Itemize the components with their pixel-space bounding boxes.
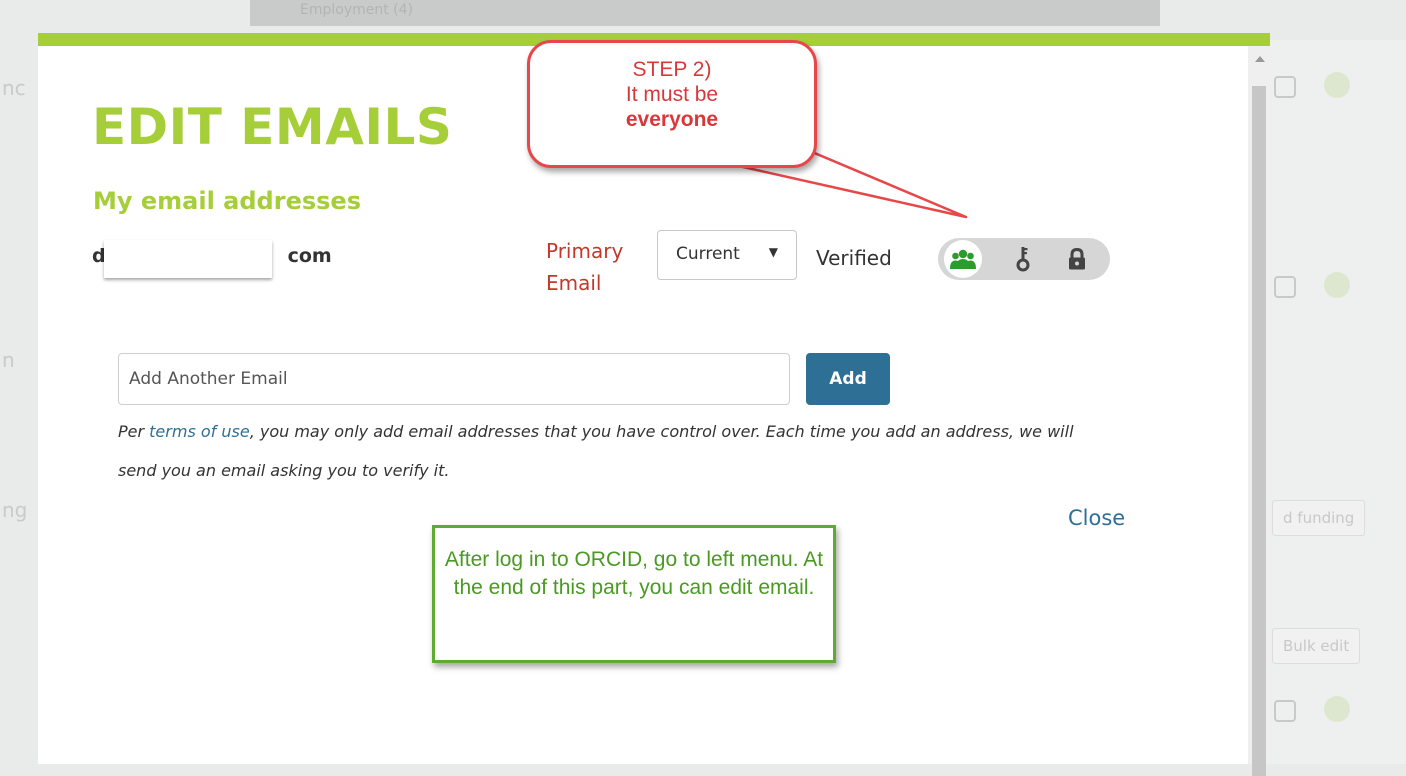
- background-privacy-row: [1268, 62, 1406, 108]
- modal-scrollbar[interactable]: [1248, 46, 1270, 776]
- background-bulk-edit-button: Bulk edit: [1272, 628, 1361, 664]
- email-redaction-box: [104, 240, 272, 278]
- step-callout: STEP 2) It must be everyone: [527, 40, 817, 168]
- scroll-thumb[interactable]: [1252, 86, 1266, 776]
- background-left-fragment: ng: [2, 498, 28, 522]
- dropdown-arrow-icon: ▼: [768, 245, 778, 259]
- email-address-end: com: [287, 245, 332, 267]
- step-callout-line2: It must be: [625, 83, 719, 106]
- step-callout-line1: STEP 2): [632, 58, 712, 81]
- terms-of-use-link[interactable]: terms of use: [149, 422, 250, 441]
- primary-email-label[interactable]: Primary Email: [546, 235, 646, 299]
- email-privacy-toggle[interactable]: [938, 238, 1110, 280]
- email-status-select[interactable]: Current ▼: [657, 230, 797, 280]
- close-link[interactable]: Close: [1068, 506, 1125, 530]
- terms-notice: Per terms of use, you may only add email…: [118, 412, 1098, 490]
- background-add-funding-button: d funding: [1272, 500, 1366, 536]
- modal-title: EDIT EMAILS: [92, 98, 453, 156]
- notice-suffix: , you may only add email addresses that …: [118, 422, 1074, 480]
- step-callout-line3: everyone: [625, 108, 719, 131]
- background-privacy-row: [1268, 686, 1406, 732]
- instruction-callout: After log in to ORCID, go to left menu. …: [432, 525, 836, 663]
- scroll-up-arrow-icon[interactable]: [1255, 56, 1265, 62]
- email-status-value: Current: [676, 244, 740, 264]
- notice-prefix: Per: [118, 422, 150, 441]
- verified-label: Verified: [816, 246, 892, 270]
- background-section-header: Employment (4): [250, 0, 1160, 26]
- add-email-input[interactable]: [118, 353, 790, 405]
- everyone-icon[interactable]: [944, 240, 982, 278]
- background-left-fragment: nc: [2, 76, 26, 100]
- modal-subtitle: My email addresses: [93, 187, 361, 215]
- background-left-fragment: n: [2, 348, 15, 372]
- add-email-button[interactable]: Add: [806, 353, 890, 405]
- lock-icon[interactable]: [1058, 240, 1096, 278]
- key-icon[interactable]: [1004, 240, 1042, 278]
- background-section-title: Employment (4): [300, 2, 414, 18]
- background-privacy-row: [1268, 262, 1406, 308]
